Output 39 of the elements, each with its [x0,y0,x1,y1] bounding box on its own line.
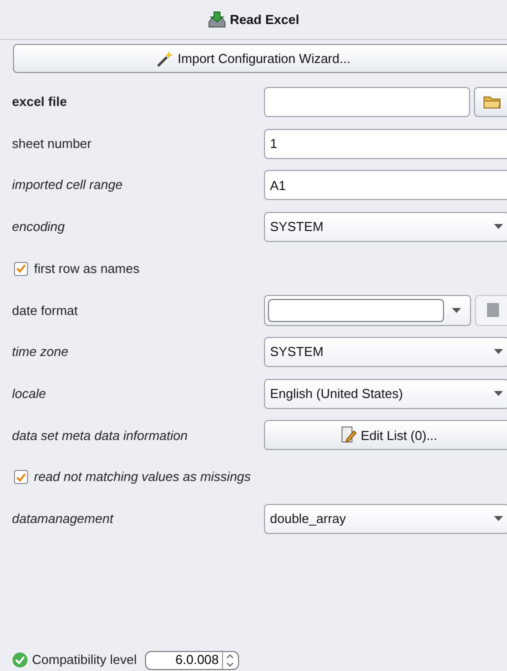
field-label: sheet number [11,134,92,153]
checkbox-label: read not matching values as missings [34,468,251,486]
edit-list-button[interactable]: Edit List (0)... [264,420,507,450]
dropdown-arrow-icon [452,308,461,313]
field-label: time zone [11,343,70,362]
text-field[interactable]: A1 [264,170,507,200]
field-label: imported cell range [11,176,124,194]
pencil-note-icon [340,426,357,444]
field-label: locale [11,384,47,403]
magic-wand-icon [156,50,174,68]
date-format-combo[interactable] [264,294,471,326]
dropdown-arrow-icon [494,224,503,230]
file-path-field[interactable] [264,86,470,117]
compatibility-label: Compatibility level [32,651,137,670]
wizard-button[interactable]: Import Configuration Wizard... [13,44,507,73]
field-label: date format [11,302,79,320]
dropdown[interactable]: English (United States) [264,378,507,409]
dropdown-arrow-icon [494,516,503,522]
check-circle-icon [12,652,28,668]
field-label: excel file [11,93,68,112]
check-icon [16,472,26,482]
checkbox-label: first row as names [34,260,140,278]
field-label: datamanagement [11,510,115,528]
folder-icon [483,94,501,110]
check-icon [16,264,26,274]
text-field[interactable]: 1 [264,128,507,159]
dropdown[interactable]: double_array [264,504,507,534]
dropdown-arrow-icon [494,391,503,396]
dropdown-arrow-icon [494,349,503,354]
field-label: encoding [11,218,66,236]
document-icon [486,302,500,318]
field-label: data set meta data information [11,426,189,445]
header-title: Read Excel [230,10,300,29]
download-tray-icon [208,11,226,28]
compatibility-spinner[interactable]: 6.0.008 [144,650,239,670]
checkbox[interactable] [14,470,28,484]
dropdown[interactable]: SYSTEM [264,336,507,367]
dropdown[interactable]: SYSTEM [264,212,507,242]
checkbox[interactable] [14,262,28,276]
